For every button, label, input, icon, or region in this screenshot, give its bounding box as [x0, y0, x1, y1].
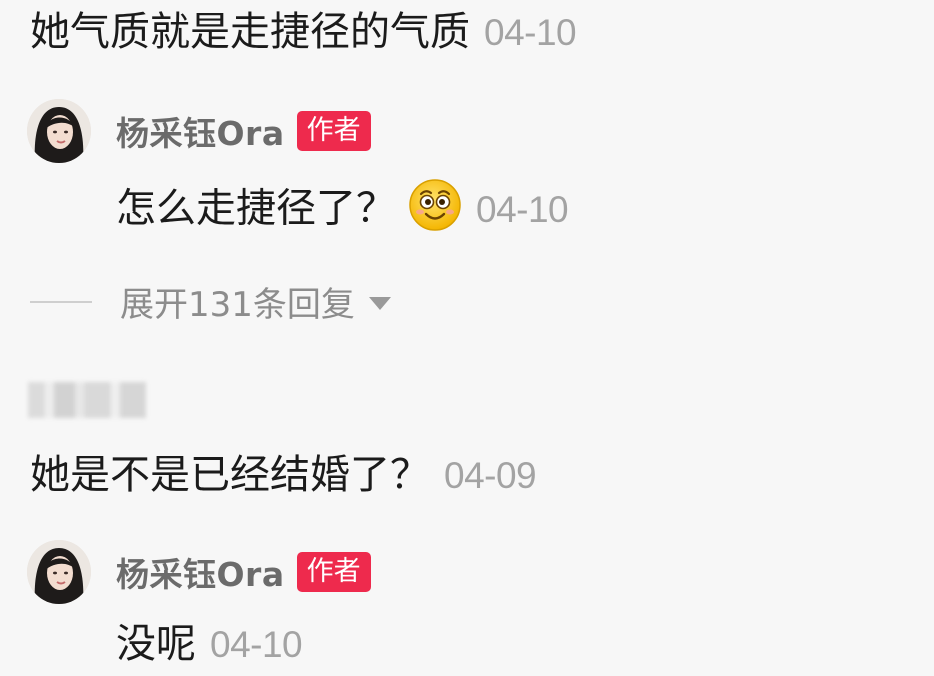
- avatar[interactable]: [27, 540, 91, 604]
- reply-body: 没呢: [116, 621, 196, 667]
- divider-line: [30, 300, 92, 303]
- reply-author-row-1: 杨采钰Ora 作者: [116, 107, 371, 155]
- expand-replies-button[interactable]: 展开131条回复: [30, 277, 391, 326]
- reply-text-1: 怎么走捷径了？ 04-10: [116, 178, 569, 243]
- reply-timestamp: 04-10: [210, 624, 303, 665]
- comment-timestamp: 04-09: [444, 455, 537, 496]
- reply-timestamp: 04-10: [476, 188, 569, 230]
- author-badge: 作者: [296, 552, 371, 592]
- comment-body: 她是不是已经结婚了？: [30, 452, 430, 498]
- avatar-image: [27, 540, 91, 604]
- comment-text-2: 她是不是已经结婚了？ 04-09: [30, 451, 537, 500]
- blurred-username: [28, 382, 146, 418]
- avatar[interactable]: [27, 99, 91, 163]
- reply-body: 怎么走捷径了？: [116, 185, 396, 232]
- expand-replies-label: 展开131条回复: [120, 285, 355, 325]
- reply-text-2: 没呢 04-10: [116, 620, 303, 669]
- comment-timestamp: 04-10: [484, 12, 577, 53]
- chevron-down-icon: [368, 297, 391, 310]
- author-badge: 作者: [296, 111, 371, 151]
- comment-body: 她气质就是走捷径的气质: [30, 9, 470, 55]
- author-name[interactable]: 杨采钰Ora: [116, 548, 285, 596]
- reply-author-row-2: 杨采钰Ora 作者: [116, 548, 371, 596]
- smiling-face-emoji: [408, 178, 462, 243]
- avatar-image: [27, 99, 91, 163]
- author-name[interactable]: 杨采钰Ora: [116, 107, 285, 155]
- comment-text-1: 她气质就是走捷径的气质 04-10: [30, 8, 577, 57]
